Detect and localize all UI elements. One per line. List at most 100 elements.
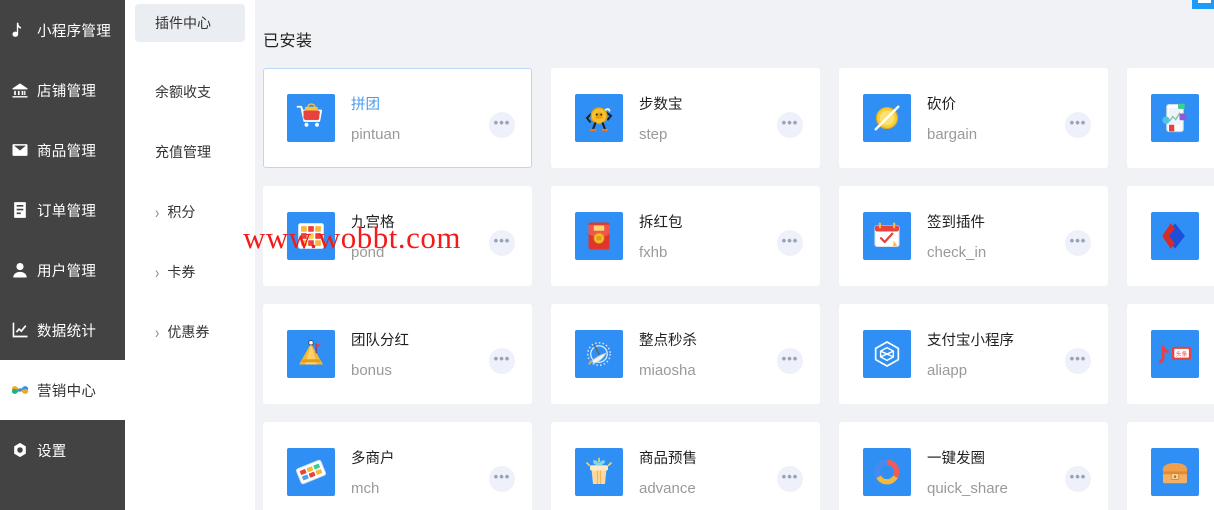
- more-dots-icon: •••: [493, 350, 511, 366]
- sidebar-item-label: 店铺管理: [37, 83, 97, 100]
- shop-icon: [10, 80, 30, 100]
- sidebar-item-label: 小程序管理: [37, 23, 111, 40]
- plugin-key: aliapp: [927, 362, 968, 379]
- plugin-card[interactable]: 签到插件 check_in •••: [839, 186, 1108, 286]
- alipay-cube-icon: [863, 330, 911, 378]
- plugin-card[interactable]: 九宫格 pond •••: [263, 186, 532, 286]
- red-packet-icon: [575, 212, 623, 260]
- chevron-right-icon: ›: [155, 322, 160, 342]
- plugin-card[interactable]: 拆红包 fxhb •••: [551, 186, 820, 286]
- sidebar-item-label: 用户管理: [37, 263, 97, 280]
- order-icon: [10, 200, 30, 220]
- sidebar-item-label: 数据统计: [37, 323, 97, 340]
- plugin-card[interactable]: 步数宝 step •••: [551, 68, 820, 168]
- plugin-name: 一键发圈: [927, 451, 985, 467]
- plugin-card[interactable]: 团队分红 bonus •••: [263, 304, 532, 404]
- treasure-box-icon: [1151, 448, 1199, 496]
- plugin-card[interactable]: 商品预售 advance •••: [551, 422, 820, 510]
- plugin-name: 步数宝: [639, 97, 683, 113]
- submenu-item-6[interactable]: › 优惠券: [125, 322, 209, 342]
- calendar-check-icon: [863, 212, 911, 260]
- more-dots-icon: •••: [493, 232, 511, 248]
- plugin-name: 砍价: [927, 97, 956, 113]
- stopwatch-icon: [575, 330, 623, 378]
- chevron-right-icon: ›: [155, 262, 160, 282]
- plugin-card[interactable]: 头条抖音/头条ttapp•••: [1127, 304, 1214, 404]
- plugin-name: 拼团: [351, 97, 380, 113]
- sidebar-item-2[interactable]: 店铺管理: [0, 60, 125, 120]
- user-icon: [10, 260, 30, 280]
- plugin-card[interactable]: 一键发圈 quick_share •••: [839, 422, 1108, 510]
- plugin-key: mch: [351, 480, 380, 497]
- submenu-item-1[interactable]: 插件中心: [135, 4, 245, 42]
- secondary-submenu: 插件中心余额收支充值管理 › 积分 › 卡券 › 优惠券: [125, 0, 255, 510]
- plugin-key: pintuan: [351, 126, 401, 143]
- plugin-card[interactable]: 幸运抽奖lottery•••: [1127, 422, 1214, 510]
- phone-admin-icon: [1151, 94, 1199, 142]
- running-coin-icon: [575, 94, 623, 142]
- plugin-card[interactable]: 支付宝小程序 aliapp •••: [839, 304, 1108, 404]
- plugin-name: 支付宝小程序: [927, 333, 1014, 349]
- sidebar-item-3[interactable]: 商品管理: [0, 120, 125, 180]
- plugin-key: quick_share: [927, 480, 1008, 497]
- gift-presale-icon: [575, 448, 623, 496]
- plugin-card[interactable]: 手机端管理app_admin•••: [1127, 68, 1214, 168]
- more-dots-icon: •••: [781, 468, 799, 484]
- plugin-card[interactable]: 百度小程序bdapp•••: [1127, 186, 1214, 286]
- sidebar-item-7[interactable]: 营销中心: [0, 360, 125, 420]
- sidebar-item-label: 商品管理: [37, 143, 97, 160]
- plugin-more-button[interactable]: •••: [489, 112, 515, 138]
- submenu-item-label: 充值管理: [155, 144, 211, 160]
- more-dots-icon: •••: [781, 114, 799, 130]
- plugin-more-button[interactable]: •••: [777, 466, 803, 492]
- plugin-more-button[interactable]: •••: [777, 112, 803, 138]
- plugin-key: bonus: [351, 362, 392, 379]
- more-dots-icon: •••: [493, 468, 511, 484]
- settings-icon: [10, 440, 30, 460]
- plugin-key: step: [639, 126, 668, 143]
- sidebar-item-5[interactable]: 用户管理: [0, 240, 125, 300]
- submenu-item-3[interactable]: 充值管理: [125, 142, 211, 162]
- plugin-more-button[interactable]: •••: [1065, 466, 1091, 492]
- page-title: 已安装: [263, 33, 313, 50]
- plugin-more-button[interactable]: •••: [489, 348, 515, 374]
- plugin-key: fxhb: [639, 244, 668, 261]
- goods-icon: [10, 140, 30, 160]
- plugin-more-button[interactable]: •••: [1065, 230, 1091, 256]
- plugin-card[interactable]: 多商户 mch •••: [263, 422, 532, 510]
- plugin-key: pond: [351, 244, 385, 261]
- chart-icon: [10, 320, 30, 340]
- grid-nine-icon: [287, 212, 335, 260]
- plugin-name: 团队分红: [351, 333, 409, 349]
- plugin-card[interactable]: 砍价 bargain •••: [839, 68, 1108, 168]
- primary-sidebar: 小程序管理店铺管理商品管理订单管理用户管理数据统计营销中心设置: [0, 0, 125, 510]
- plugin-more-button[interactable]: •••: [489, 230, 515, 256]
- sidebar-item-6[interactable]: 数据统计: [0, 300, 125, 360]
- more-dots-icon: •••: [493, 114, 511, 130]
- corner-notification-stub[interactable]: [1192, 0, 1214, 9]
- shopping-cart-icon: [287, 94, 335, 142]
- plugin-more-button[interactable]: •••: [489, 466, 515, 492]
- plugin-more-button[interactable]: •••: [1065, 348, 1091, 374]
- multi-store-icon: [287, 448, 335, 496]
- plugin-card-grid: 拼团 pintuan ••• 步数宝 step ••• 砍价 bargain ••• 手机端管理a…: [263, 68, 1214, 510]
- plugin-name: 多商户: [351, 451, 395, 467]
- plugin-more-button[interactable]: •••: [777, 230, 803, 256]
- submenu-item-4[interactable]: › 积分: [125, 202, 195, 222]
- marketing-icon: [10, 380, 30, 400]
- plugin-more-button[interactable]: •••: [1065, 112, 1091, 138]
- submenu-item-5[interactable]: › 卡券: [125, 262, 195, 282]
- more-dots-icon: •••: [1069, 114, 1087, 130]
- douyin-toutiao-icon: 头条: [1151, 330, 1199, 378]
- coin-cut-icon: [863, 94, 911, 142]
- sidebar-item-8[interactable]: 设置: [0, 420, 125, 480]
- sidebar-item-1[interactable]: 小程序管理: [0, 0, 125, 60]
- plugin-card[interactable]: 拼团 pintuan •••: [263, 68, 532, 168]
- plugin-more-button[interactable]: •••: [777, 348, 803, 374]
- plugin-card[interactable]: 整点秒杀 miaosha •••: [551, 304, 820, 404]
- sidebar-item-label: 营销中心: [37, 383, 97, 400]
- more-dots-icon: •••: [1069, 350, 1087, 366]
- plugin-key: miaosha: [639, 362, 696, 379]
- submenu-item-2[interactable]: 余额收支: [125, 82, 211, 102]
- sidebar-item-4[interactable]: 订单管理: [0, 180, 125, 240]
